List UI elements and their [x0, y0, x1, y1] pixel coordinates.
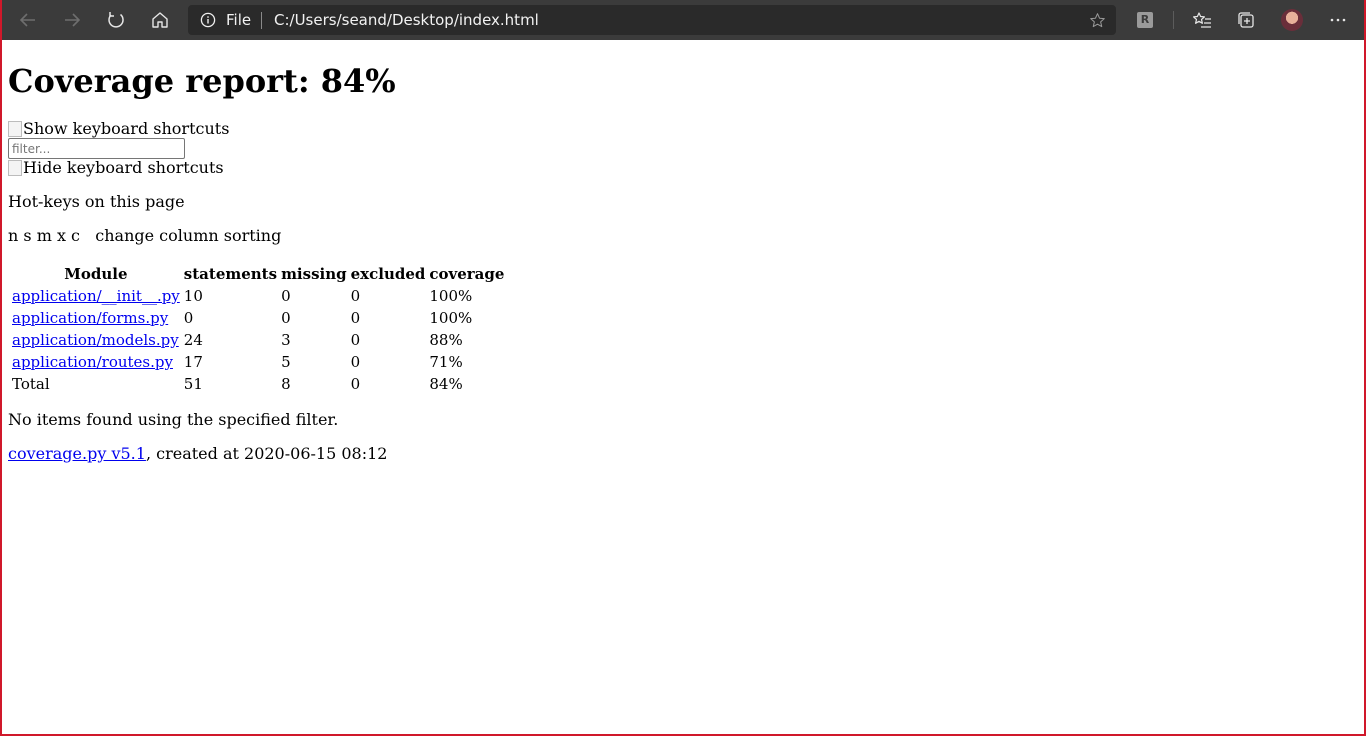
total-label: Total	[12, 375, 50, 393]
table-row: application/models.py 24 3 0 88%	[11, 330, 505, 350]
collections-button[interactable]	[1230, 4, 1262, 36]
forward-arrow-icon	[65, 13, 81, 27]
missing-cell: 5	[281, 353, 291, 371]
hotkeys-line: n s m x c change column sorting	[8, 226, 282, 245]
refresh-button[interactable]	[100, 4, 132, 36]
excluded-cell: 0	[350, 353, 361, 371]
address-bar[interactable]: File C:/Users/seand/Desktop/index.html	[188, 5, 1116, 35]
statements-cell: 17	[183, 353, 203, 371]
broken-image-icon	[8, 160, 22, 176]
page-title: Coverage report: 84%	[8, 62, 396, 100]
excluded-cell: 0	[350, 375, 361, 393]
hotkeys-heading: Hot-keys on this page	[8, 192, 185, 211]
back-button[interactable]	[12, 4, 44, 36]
more-options-icon	[1330, 18, 1346, 22]
info-icon[interactable]	[200, 12, 216, 28]
favorite-star-icon[interactable]	[1089, 12, 1106, 29]
missing-cell: 3	[281, 331, 291, 349]
favorites-list-icon	[1193, 12, 1211, 28]
column-header-excluded[interactable]: excluded	[350, 264, 427, 284]
show-keyboard-shortcuts-button[interactable]: Show keyboard shortcuts	[8, 120, 229, 138]
module-link[interactable]: application/routes.py	[12, 353, 173, 371]
avatar	[1281, 9, 1303, 31]
filter-input[interactable]	[8, 138, 185, 159]
broken-image-icon	[8, 121, 22, 137]
statements-cell: 51	[183, 375, 203, 393]
table-row: application/forms.py 0 0 0 100%	[11, 308, 505, 328]
excluded-cell: 0	[350, 331, 361, 349]
address-url[interactable]: C:/Users/seand/Desktop/index.html	[274, 11, 539, 29]
page-content: Coverage report: 84% Show keyboard short…	[8, 40, 1364, 734]
missing-cell: 8	[281, 375, 291, 393]
coverage-cell: 71%	[429, 353, 463, 371]
extension-button[interactable]: R	[1129, 4, 1161, 36]
module-link[interactable]: application/__init__.py	[12, 287, 180, 305]
excluded-cell: 0	[350, 309, 361, 327]
module-link[interactable]: application/models.py	[12, 331, 179, 349]
back-arrow-icon	[19, 13, 35, 27]
favorites-button[interactable]	[1186, 4, 1218, 36]
refresh-icon	[108, 12, 124, 28]
column-header-statements[interactable]: statements	[183, 264, 278, 284]
column-header-module[interactable]: Module	[11, 264, 181, 284]
coverage-cell: 100%	[429, 309, 473, 327]
statements-cell: 0	[183, 309, 194, 327]
no-items-message: No items found using the specified filte…	[8, 410, 339, 429]
extension-icon: R	[1137, 12, 1153, 28]
settings-menu-button[interactable]	[1322, 4, 1354, 36]
hide-shortcuts-alt-text: Hide keyboard shortcuts	[23, 158, 224, 177]
missing-cell: 0	[281, 309, 291, 327]
missing-cell: 0	[281, 287, 291, 305]
home-icon	[152, 12, 168, 28]
coverage-cell: 100%	[429, 287, 473, 305]
coverage-cell: 88%	[429, 331, 463, 349]
coverage-cell: 84%	[429, 375, 463, 393]
footer-created-text: , created at 2020-06-15 08:12	[145, 444, 388, 463]
table-row: application/__init__.py 10 0 0 100%	[11, 286, 505, 306]
excluded-cell: 0	[350, 287, 361, 305]
module-link[interactable]: application/forms.py	[12, 309, 168, 327]
footer: coverage.py v5.1, created at 2020-06-15 …	[8, 445, 387, 463]
total-row: Total 51 8 0 84%	[11, 374, 505, 394]
address-separator	[261, 12, 262, 29]
coverage-version-link[interactable]: coverage.py v5.1	[8, 444, 146, 463]
coverage-table: Module statements missing excluded cover…	[9, 262, 507, 396]
statements-cell: 10	[183, 287, 203, 305]
home-button[interactable]	[144, 4, 176, 36]
show-shortcuts-alt-text: Show keyboard shortcuts	[23, 119, 230, 138]
table-row: application/routes.py 17 5 0 71%	[11, 352, 505, 372]
hide-keyboard-shortcuts-button[interactable]: Hide keyboard shortcuts	[8, 159, 224, 177]
column-header-missing[interactable]: missing	[280, 264, 348, 284]
address-scheme: File	[226, 11, 252, 29]
forward-button[interactable]	[56, 4, 88, 36]
profile-button[interactable]	[1276, 4, 1308, 36]
toolbar-divider	[1173, 11, 1174, 29]
statements-cell: 24	[183, 331, 203, 349]
browser-toolbar: File C:/Users/seand/Desktop/index.html R	[2, 0, 1364, 40]
collections-icon	[1238, 12, 1254, 28]
column-header-coverage[interactable]: coverage	[428, 264, 505, 284]
table-header-row: Module statements missing excluded cover…	[11, 264, 505, 284]
browser-window: File C:/Users/seand/Desktop/index.html R	[2, 0, 1364, 734]
